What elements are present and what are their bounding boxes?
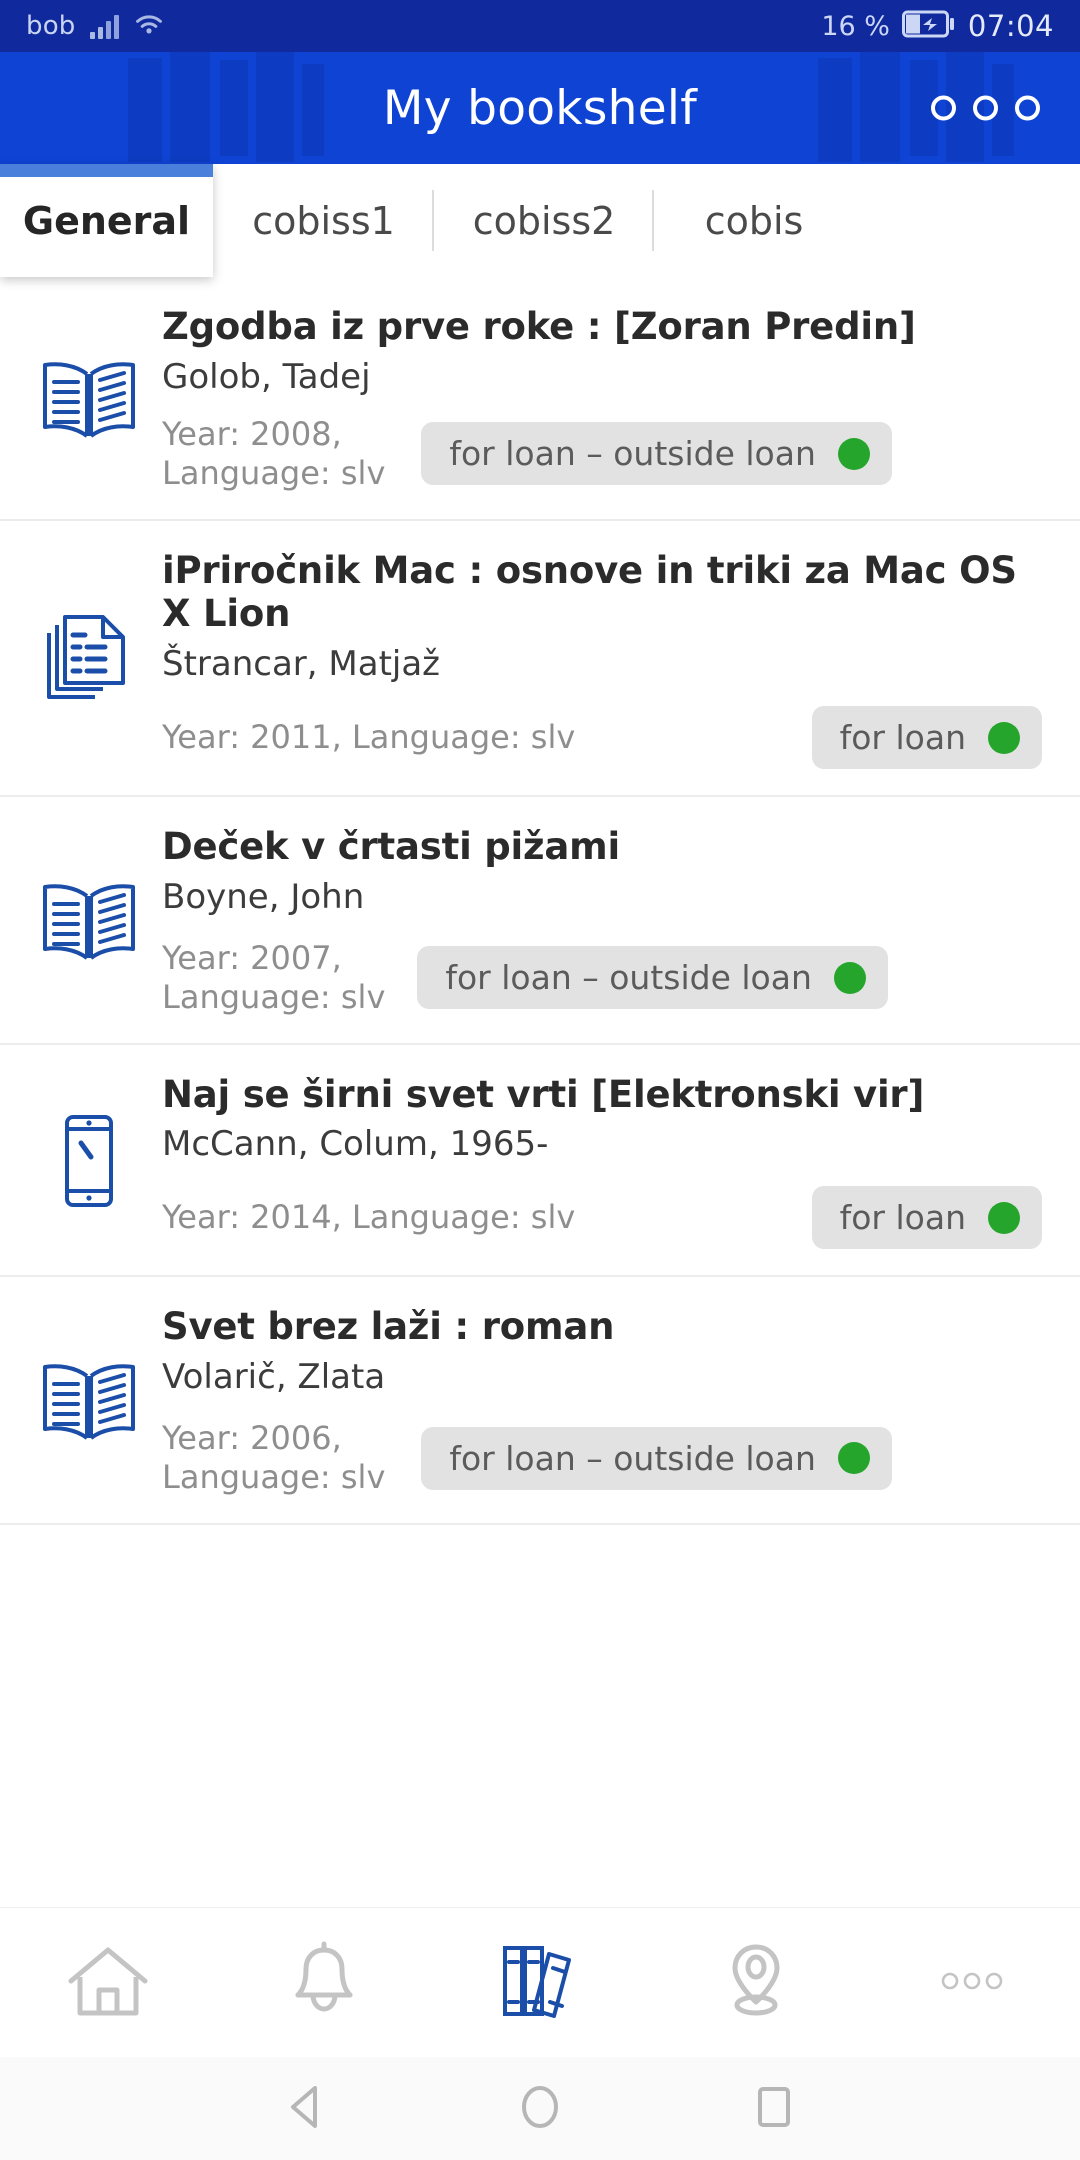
meta-row: Year: 2011, Language: slv for loan [162,706,1042,770]
status-dot-icon [837,1442,870,1475]
android-navigation-bar [0,2057,1080,2160]
list-item[interactable]: Deček v črtasti pižami Boyne, John Year:… [0,797,1080,1045]
book-meta: Year: 2008, Language: slv [162,415,385,493]
overflow-dot [973,95,998,121]
status-label: for loan [839,718,966,758]
status-dot-icon [833,961,866,994]
meta-row: Year: 2014, Language: slv for loan [162,1186,1042,1250]
nav-item-more[interactable] [864,1971,1080,1995]
book-year: Year: 2007, [162,938,342,977]
location-pin-icon [720,1940,792,2026]
bell-icon [284,1941,364,2025]
tab-label: cobiss2 [472,198,616,243]
bookshelf-icon [497,1940,583,2026]
list-item-body: Deček v črtasti pižami Boyne, John Year:… [148,825,1050,1017]
tab-cobiss3[interactable]: cobis [654,164,854,277]
recents-square-icon[interactable] [747,2080,801,2138]
app-header: My bookshelf [0,52,1080,164]
tab-general[interactable]: General [0,164,213,277]
open-book-icon [30,825,148,1017]
page-title: My bookshelf [382,80,698,136]
book-meta: Year: 2011, Language: slv [162,718,576,757]
list-item[interactable]: iPriročnik Mac : osnove in triki za Mac … [0,521,1080,798]
nav-item-locations[interactable] [648,1940,864,2026]
tab-label: cobis [704,198,804,243]
book-meta: Year: 2007, Language: slv [162,939,385,1017]
wifi-icon [133,11,165,41]
list-item[interactable]: Naj se širni svet vrti [Elektronski vir]… [0,1045,1080,1278]
book-language: Language: slv [162,453,386,492]
book-author: Boyne, John [162,876,365,917]
nav-item-notifications[interactable] [216,1941,432,2025]
status-badge[interactable]: for loan [811,1186,1042,1250]
status-bar-right: 16 % 07:04 [821,9,1054,43]
list-item[interactable]: Svet brez laži : roman Volarič, Zlata Ye… [0,1277,1080,1526]
overflow-menu-icon[interactable] [931,95,1040,121]
bookshelf-list[interactable]: Zgodba iz prve roke : [Zoran Predin] Gol… [0,277,1080,1907]
book-year: Year: 2008, [162,414,342,453]
home-circle-icon[interactable] [513,2080,567,2138]
book-year: Year: 2006, [162,1419,342,1458]
clock-label: 07:04 [967,9,1054,43]
list-item-body: Svet brez laži : roman Volarič, Zlata Ye… [148,1305,1050,1497]
status-bar: bob 16 % 07:04 [0,0,1080,52]
status-label: for loan – outside loan [445,958,812,998]
tablet-icon [30,1073,148,1250]
book-author: Volarič, Zlata [162,1357,386,1398]
book-title: iPriročnik Mac : osnove in triki za Mac … [162,548,1017,636]
open-book-icon [30,1305,148,1497]
open-book-icon [30,305,148,493]
home-icon [65,1943,151,2023]
tab-cobiss1[interactable]: cobiss1 [213,164,434,277]
list-item-body: Naj se širni svet vrti [Elektronski vir]… [148,1073,1050,1250]
status-badge[interactable]: for loan [811,706,1042,770]
tab-label: General [22,198,191,243]
nav-item-bookshelf[interactable] [432,1940,648,2026]
list-item-body: iPriročnik Mac : osnove in triki za Mac … [148,548,1050,770]
battery-charging-icon [901,9,956,43]
bottom-navigation [0,1907,1080,2057]
book-title: Zgodba iz prve roke : [Zoran Predin] [162,305,916,348]
tab-cobiss2[interactable]: cobiss2 [434,164,654,277]
book-meta: Year: 2014, Language: slv [162,1198,576,1237]
list-item-body: Zgodba iz prve roke : [Zoran Predin] Gol… [148,305,1050,493]
back-triangle-icon[interactable] [279,2080,333,2138]
overflow-dot [1015,95,1040,121]
battery-percent-label: 16 % [821,10,890,42]
tab-bar: General cobiss1 cobiss2 cobis [0,164,1080,277]
status-bar-left: bob [26,11,165,41]
nav-item-home[interactable] [0,1943,216,2023]
list-item[interactable]: Zgodba iz prve roke : [Zoran Predin] Gol… [0,277,1080,521]
more-dots-icon [941,1971,1003,1995]
status-dot-icon [837,437,870,470]
status-label: for loan [839,1198,966,1238]
book-title: Deček v črtasti pižami [162,825,620,869]
book-author: McCann, Colum, 1965- [162,1124,549,1165]
status-badge[interactable]: for loan – outside loan [417,946,888,1010]
book-author: Štrancar, Matjaž [162,644,441,685]
book-author: Golob, Tadej [162,356,371,397]
meta-row: Year: 2007, Language: slv for loan – out… [162,939,1042,1017]
book-title: Naj se širni svet vrti [Elektronski vir] [162,1072,925,1116]
status-dot-icon [988,1201,1020,1234]
book-meta: Year: 2006, Language: slv [162,1419,385,1497]
tab-label: cobiss1 [252,198,395,243]
status-label: for loan – outside loan [449,434,816,474]
documents-icon [30,549,148,769]
overflow-dot [931,95,956,121]
book-language: Language: slv [162,1458,386,1497]
meta-row: Year: 2008, Language: slv for loan – out… [162,415,1042,493]
book-language: Language: slv [162,977,386,1016]
status-label: for loan – outside loan [449,1438,816,1478]
signal-bars-icon [89,13,119,39]
status-badge[interactable]: for loan – outside loan [421,422,892,486]
carrier-label: bob [26,11,76,41]
book-title: Svet brez laži : roman [162,1305,615,1349]
meta-row: Year: 2006, Language: slv for loan – out… [162,1419,1042,1497]
status-badge[interactable]: for loan – outside loan [421,1426,892,1490]
status-dot-icon [988,721,1020,754]
